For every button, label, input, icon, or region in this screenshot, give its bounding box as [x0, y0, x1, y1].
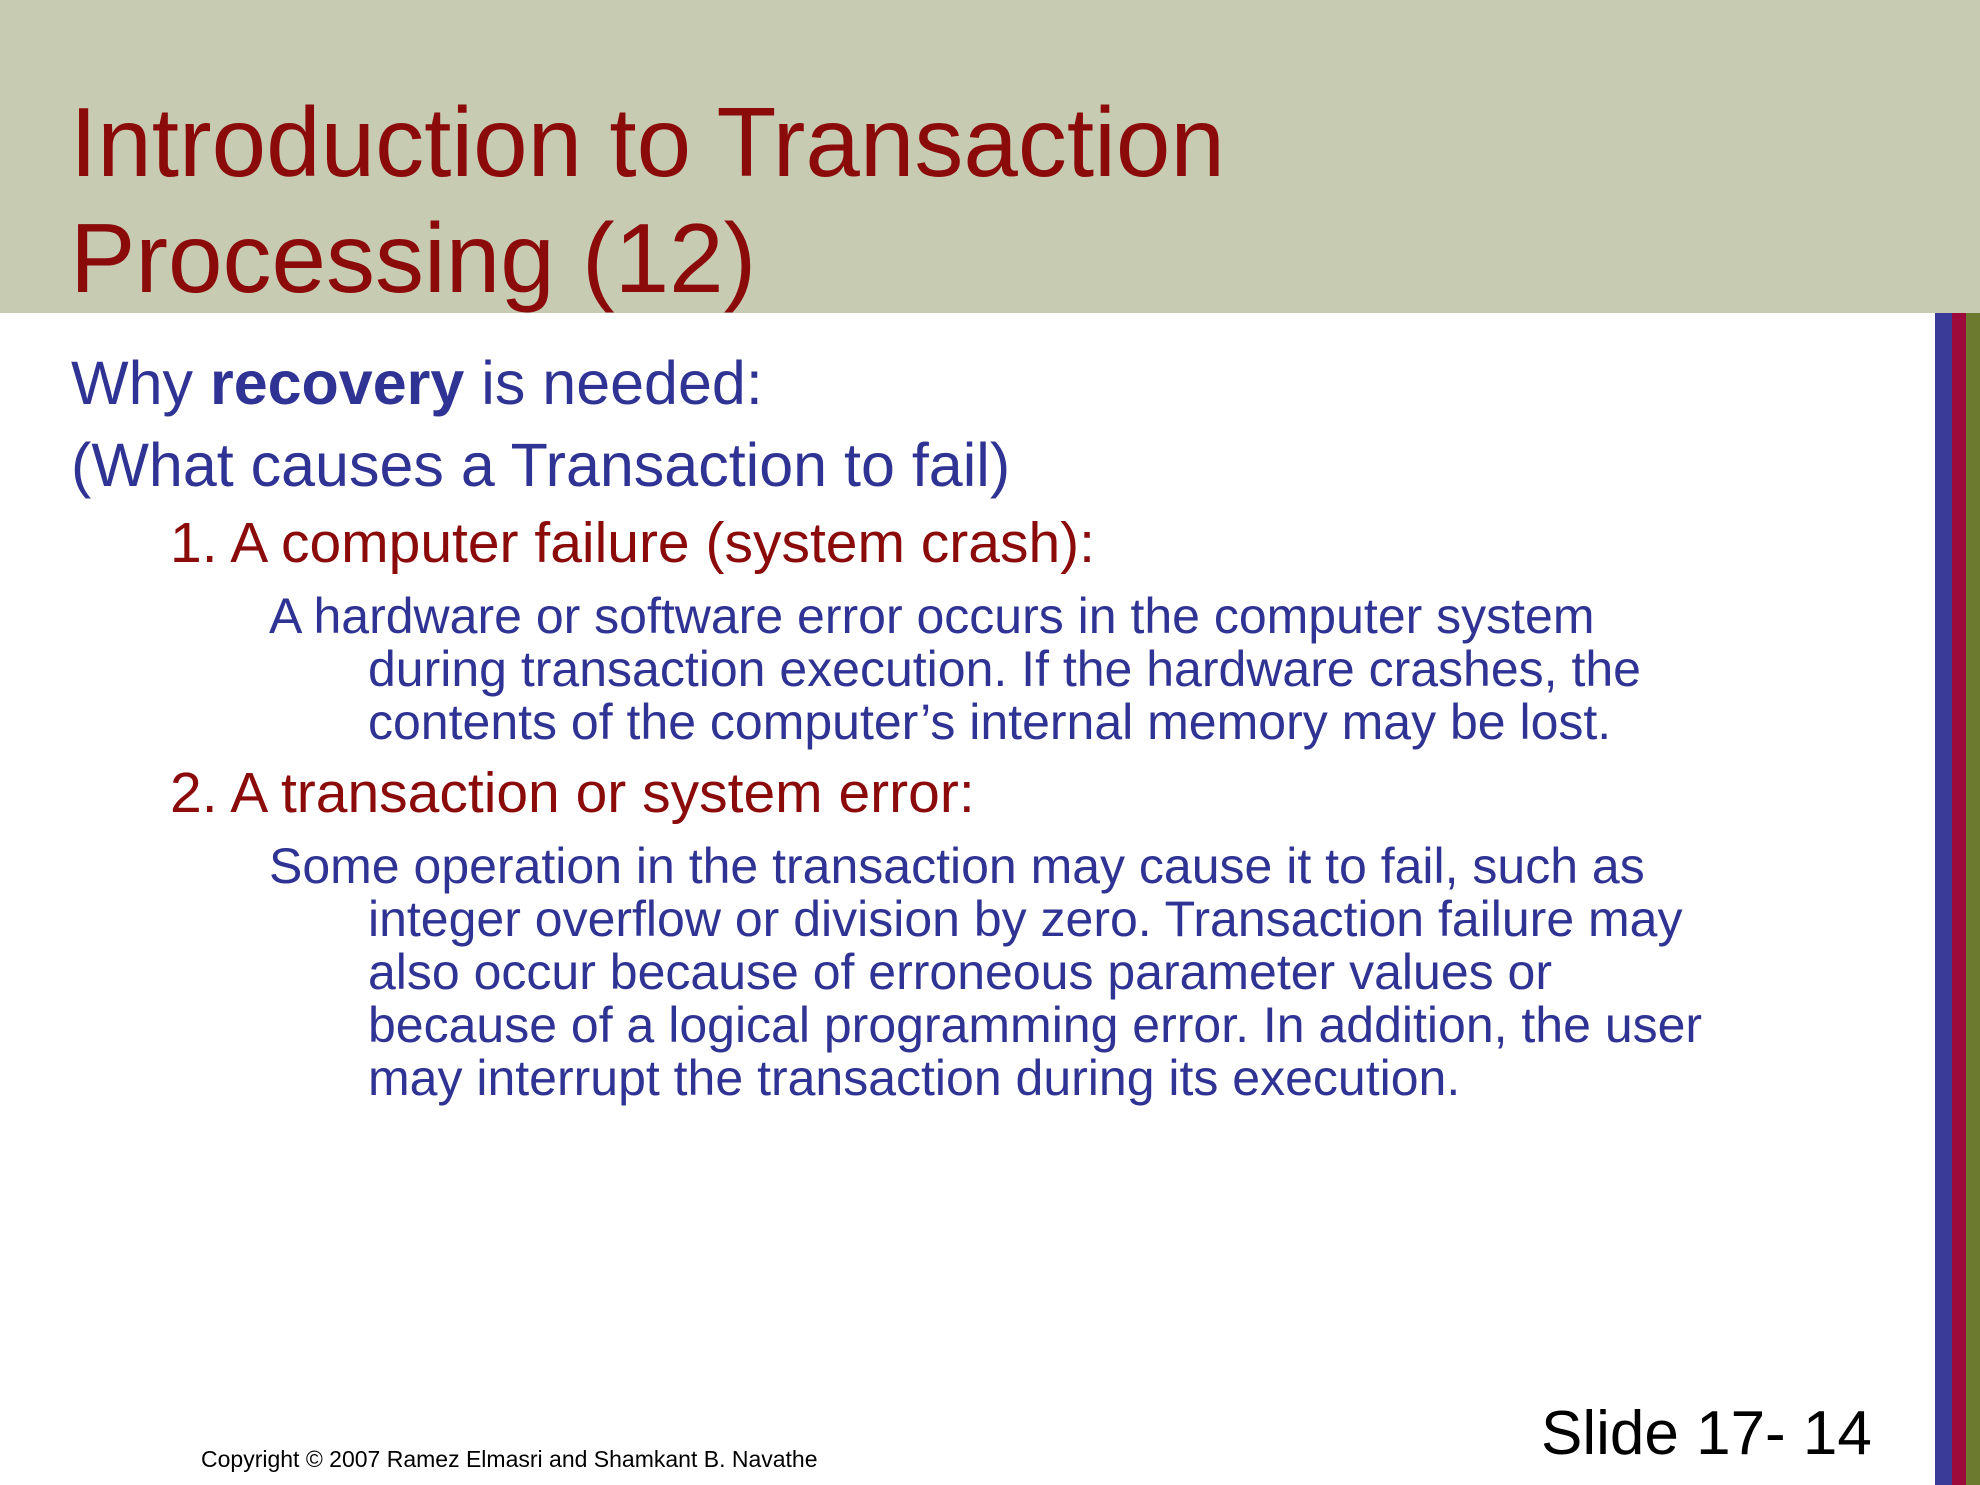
intro-prefix: Why [71, 349, 210, 417]
item-2-line-4: because of a logical programming error. … [368, 997, 1703, 1053]
item-1-line-2: during transaction execution. If the har… [368, 641, 1641, 697]
item-2-line-2: integer overflow or division by zero. Tr… [368, 891, 1683, 947]
decorative-stripe-green [1966, 313, 1980, 1485]
item-2-heading: 2. A transaction or system error: [170, 761, 975, 825]
slide-number: Slide 17- 14 [1541, 1399, 1872, 1468]
intro-subline: (What causes a Transaction to fail) [71, 431, 1011, 499]
slide-title-line-2: Processing (12) [70, 203, 757, 313]
item-1-line-1: A hardware or software error occurs in t… [269, 588, 1595, 644]
copyright-notice: Copyright © 2007 Ramez Elmasri and Shamk… [201, 1446, 818, 1472]
intro-keyword: recovery [209, 349, 465, 417]
item-1-line-3: contents of the computer’s internal memo… [368, 694, 1612, 750]
slide-title-line-1: Introduction to Transaction [70, 87, 1225, 197]
slide-title: Introduction to Transaction Processing (… [70, 84, 1225, 316]
item-2-line-3: also occur because of erroneous paramete… [368, 944, 1552, 1000]
item-2-line-5: may interrupt the transaction during its… [368, 1050, 1461, 1106]
intro-suffix: is needed: [464, 349, 763, 417]
item-2-line-1: Some operation in the transaction may ca… [269, 838, 1645, 894]
decorative-stripe-blue [1935, 313, 1952, 1485]
intro-line: Why recovery is needed: [71, 348, 763, 418]
item-1-heading: 1. A computer failure (system crash): [170, 511, 1095, 575]
slide: Introduction to Transaction Processing (… [0, 0, 1980, 1485]
decorative-stripe-red [1952, 313, 1966, 1485]
